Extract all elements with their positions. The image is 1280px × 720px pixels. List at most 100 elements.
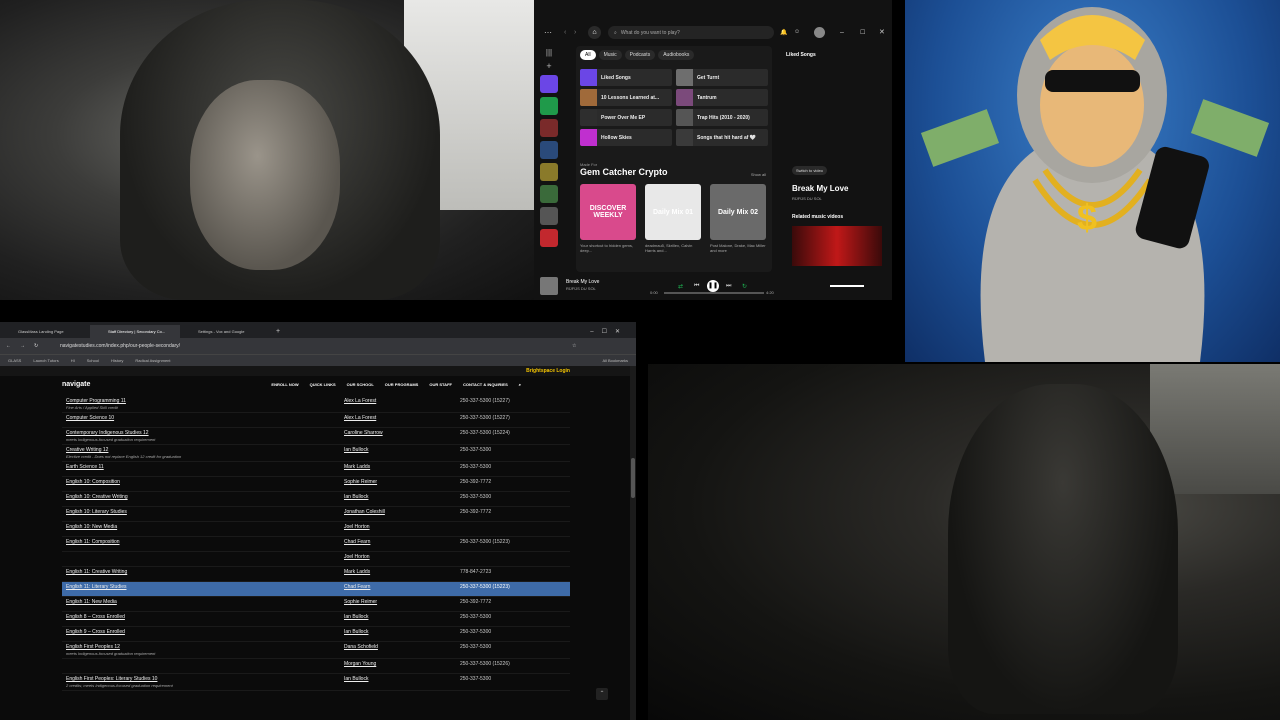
course-link[interactable]: English 10: New Media (66, 524, 117, 530)
scrollbar-thumb[interactable] (631, 458, 635, 498)
nav-our-programs[interactable]: OUR PROGRAMS (385, 382, 419, 387)
bookmark-star-icon[interactable]: ☆ (572, 343, 576, 349)
course-link[interactable]: English 8 – Cross Enrolled (66, 614, 125, 620)
course-link[interactable]: English First Peoples 12 (66, 644, 120, 650)
next-icon[interactable]: ⏭ (726, 283, 731, 290)
library-tile-6[interactable] (540, 229, 558, 247)
bookmark-item[interactable]: HI (71, 358, 75, 363)
teacher-link[interactable]: Ian Bullock (344, 629, 368, 635)
bookmark-item[interactable]: Radical Assignment (135, 358, 170, 363)
volume-slider[interactable] (830, 285, 864, 287)
show-all-link[interactable]: Show all (751, 172, 766, 177)
avatar[interactable] (814, 26, 825, 38)
shuffle-icon[interactable]: ⇄ (678, 283, 683, 290)
nav-our-school[interactable]: OUR SCHOOL (347, 382, 374, 387)
course-link[interactable]: Contemporary Indigenous Studies 12 (66, 430, 149, 436)
library-tile-liked[interactable] (540, 75, 558, 93)
search-input[interactable]: ⌕ What do you want to play? (608, 26, 774, 39)
teacher-link[interactable]: Joel Horton (344, 554, 370, 560)
now-playing-title[interactable]: Break My Love (566, 279, 599, 285)
home-icon[interactable]: ⌂ (588, 25, 601, 39)
teacher-link[interactable]: Ian Bullock (344, 614, 368, 620)
address-bar[interactable]: ← → ↻ navigatestudies.com/index.php/our-… (0, 338, 636, 354)
library-icon[interactable]: ||| (546, 48, 552, 57)
track-title[interactable]: Break My Love (792, 184, 848, 193)
teacher-link[interactable]: Ian Bullock (344, 676, 368, 682)
course-link[interactable]: English 10: Creative Writing (66, 494, 128, 500)
teacher-link[interactable]: Ian Bullock (344, 494, 368, 500)
course-link[interactable]: English 11: Composition (66, 539, 120, 545)
bookmark-item[interactable]: Launch Tutors (33, 358, 58, 363)
teacher-link[interactable]: Sophie Reimer (344, 479, 377, 485)
related-video-thumb[interactable] (792, 226, 882, 266)
mix-card[interactable]: DISCOVER WEEKLY Your shortcut to hidden g… (580, 184, 636, 253)
course-link[interactable]: English 10: Literary Studies (66, 509, 127, 515)
course-link[interactable]: Creative Writing 12 (66, 447, 108, 453)
chip-podcasts[interactable]: Podcasts (624, 50, 656, 60)
nav-enroll[interactable]: ENROLL NOW (271, 382, 298, 387)
shortcut-item[interactable]: 10 Lessons Learned at... (580, 89, 672, 106)
now-playing-artist[interactable]: RÜFÜS DU SOL (566, 286, 596, 291)
teacher-link[interactable]: Chad Fearn (344, 539, 370, 545)
teacher-link[interactable]: Joel Horton (344, 524, 370, 530)
teacher-link[interactable]: Morgan Young (344, 661, 376, 667)
nav-contact[interactable]: CONTACT & INQUIRIES (463, 382, 508, 387)
nav-quick-links[interactable]: QUICK LINKS (310, 382, 336, 387)
all-bookmarks[interactable]: All Bookmarks (602, 358, 628, 363)
page-scrollbar[interactable] (630, 366, 636, 720)
brightspace-login-link[interactable]: Brightspace Login (526, 368, 570, 374)
nav-our-staff[interactable]: OUR STAFF (429, 382, 452, 387)
shortcut-item[interactable]: Trap Hits (2010 - 2020) (676, 109, 768, 126)
bell-icon[interactable]: 🔔 (780, 29, 787, 36)
tab-settings[interactable]: Settings - Vox and Google (180, 325, 270, 338)
shortcut-item[interactable]: Tantrum (676, 89, 768, 106)
teacher-link[interactable]: Alex La Forest (344, 415, 376, 421)
section-title[interactable]: Gem Catcher Crypto (580, 167, 668, 177)
mix-card[interactable]: Daily Mix 01 deadmau5, Skrillex, Calvin H… (645, 184, 701, 253)
library-tile-3[interactable] (540, 163, 558, 181)
forward-icon[interactable]: → (20, 343, 25, 349)
search-icon[interactable]: ⌕ (519, 382, 521, 387)
switch-to-video-button[interactable]: Switch to video (792, 166, 827, 175)
back-icon[interactable]: ‹ (564, 29, 566, 36)
bookmark-item[interactable]: School (87, 358, 99, 363)
url-text[interactable]: navigatestudies.com/index.php/our-people… (60, 343, 180, 349)
teacher-link[interactable]: Sophie Reimer (344, 599, 377, 605)
course-link[interactable]: English 11: New Media (66, 599, 117, 605)
library-tile-5[interactable] (540, 207, 558, 225)
course-link[interactable]: English 11: Creative Writing (66, 569, 127, 575)
site-logo[interactable]: navigate (62, 381, 90, 388)
minimize-icon[interactable]: – (840, 29, 844, 36)
friends-icon[interactable]: ☺ (794, 29, 800, 35)
add-icon[interactable]: + (546, 61, 551, 71)
teacher-link[interactable]: Alex La Forest (344, 398, 376, 404)
forward-icon[interactable]: › (574, 29, 576, 36)
library-tile-saved[interactable] (540, 97, 558, 115)
play-pause-button[interactable]: ❚❚ (707, 280, 719, 292)
teacher-link[interactable]: Jonathan Coleshill (344, 509, 385, 515)
course-link[interactable]: Computer Programming 11 (66, 398, 126, 404)
repeat-icon[interactable]: ↻ (742, 283, 747, 290)
tab-staff-directory[interactable]: Staff Directory | Secondary Co... (90, 325, 180, 338)
maximize-icon[interactable]: ☐ (860, 29, 865, 36)
teacher-link[interactable]: Ian Bullock (344, 447, 368, 453)
teacher-link[interactable]: Mark Ladds (344, 464, 370, 470)
now-playing-art[interactable] (540, 277, 558, 295)
teacher-link[interactable]: Dana Schofield (344, 644, 378, 650)
chip-all[interactable]: All (580, 50, 596, 60)
course-link[interactable]: Computer Science 10 (66, 415, 114, 421)
course-link[interactable]: Earth Science 11 (66, 464, 104, 470)
shortcut-item[interactable]: Songs that hit hard af 🤍 (676, 129, 768, 146)
teacher-link[interactable]: Chad Fearn (344, 584, 370, 590)
window-controls[interactable]: –☐✕ (590, 328, 628, 335)
close-icon[interactable]: ✕ (879, 28, 885, 36)
course-link[interactable]: English 10: Composition (66, 479, 120, 485)
teacher-link[interactable]: Caroline Sharrow (344, 430, 383, 436)
bookmark-item[interactable]: History (111, 358, 123, 363)
library-tile-2[interactable] (540, 141, 558, 159)
tab-glassmass[interactable]: GlassMass Landing Page (0, 325, 90, 338)
chip-music[interactable]: Music (598, 50, 622, 60)
shortcut-item[interactable]: Liked Songs (580, 69, 672, 86)
bookmark-item[interactable]: GLASS (8, 358, 21, 363)
new-tab-icon[interactable]: + (276, 328, 280, 335)
